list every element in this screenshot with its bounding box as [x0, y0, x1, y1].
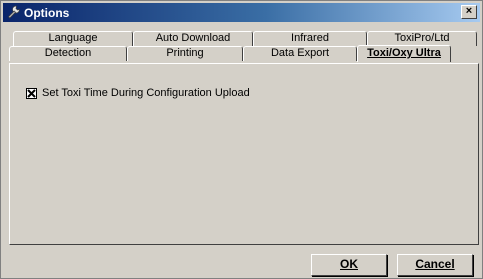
tab-label: Auto Download — [155, 32, 231, 44]
tab-language[interactable]: Language — [13, 31, 133, 46]
close-icon: × — [465, 5, 473, 17]
tab-label: Infrared — [291, 32, 329, 44]
close-button[interactable]: × — [461, 5, 477, 19]
tab-toxi-oxy-ultra[interactable]: Toxi/Oxy Ultra — [357, 45, 451, 62]
tab-label: Toxi/Oxy Ultra — [367, 47, 441, 59]
tab-label: Data Export — [270, 47, 330, 59]
tab-data-export[interactable]: Data Export — [243, 46, 357, 61]
tab-auto-download[interactable]: Auto Download — [133, 31, 253, 46]
ok-button[interactable]: OK — [311, 254, 387, 276]
wrench-icon — [7, 5, 21, 19]
toxi-time-option[interactable]: Set Toxi Time During Configuration Uploa… — [26, 87, 250, 99]
tab-infrared[interactable]: Infrared — [253, 31, 367, 46]
window-title: Options — [24, 6, 70, 20]
checkmark-icon — [27, 88, 36, 98]
tab-label: Language — [48, 32, 98, 44]
tab-label: Printing — [166, 47, 204, 59]
tab-printing[interactable]: Printing — [127, 46, 243, 61]
tab-detection[interactable]: Detection — [9, 46, 127, 61]
ok-label: OK — [340, 257, 358, 271]
cancel-label: Cancel — [415, 257, 455, 271]
tab-toxipro-ltd[interactable]: ToxiPro/Ltd — [367, 31, 477, 46]
cancel-button[interactable]: Cancel — [397, 254, 473, 276]
options-dialog: Options × Language Auto Download Infrare… — [0, 0, 483, 279]
title-bar[interactable]: Options × — [3, 3, 480, 22]
tab-panel: Set Toxi Time During Configuration Uploa… — [9, 63, 479, 245]
tab-label: ToxiPro/Ltd — [394, 32, 450, 44]
checkbox-label: Set Toxi Time During Configuration Uploa… — [42, 87, 250, 99]
toxi-time-checkbox[interactable] — [26, 87, 37, 99]
tab-label: Detection — [44, 47, 92, 59]
